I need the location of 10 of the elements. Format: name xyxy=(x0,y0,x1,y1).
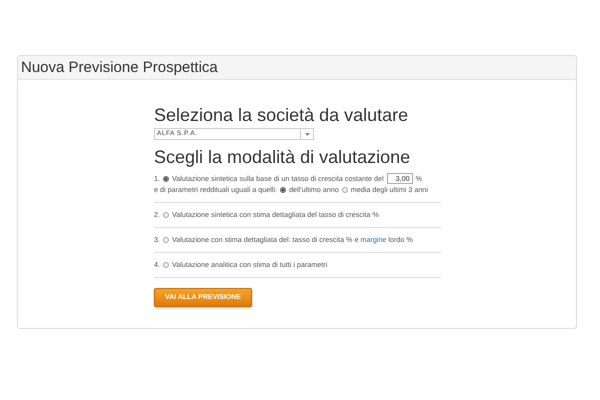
panel-title: Nuova Previsione Prospettica xyxy=(21,59,218,76)
radio-button[interactable] xyxy=(163,212,169,218)
radio-button[interactable] xyxy=(342,186,348,192)
radio-button[interactable] xyxy=(163,262,169,268)
section-heading: Seleziona la società da valutare xyxy=(154,105,410,125)
radio-button[interactable] xyxy=(163,176,169,182)
section-heading: Scegli la modalità di valutazione xyxy=(154,147,412,167)
caret-icon xyxy=(304,132,310,136)
radio-button[interactable] xyxy=(280,186,286,192)
radio-button[interactable] xyxy=(163,236,169,242)
